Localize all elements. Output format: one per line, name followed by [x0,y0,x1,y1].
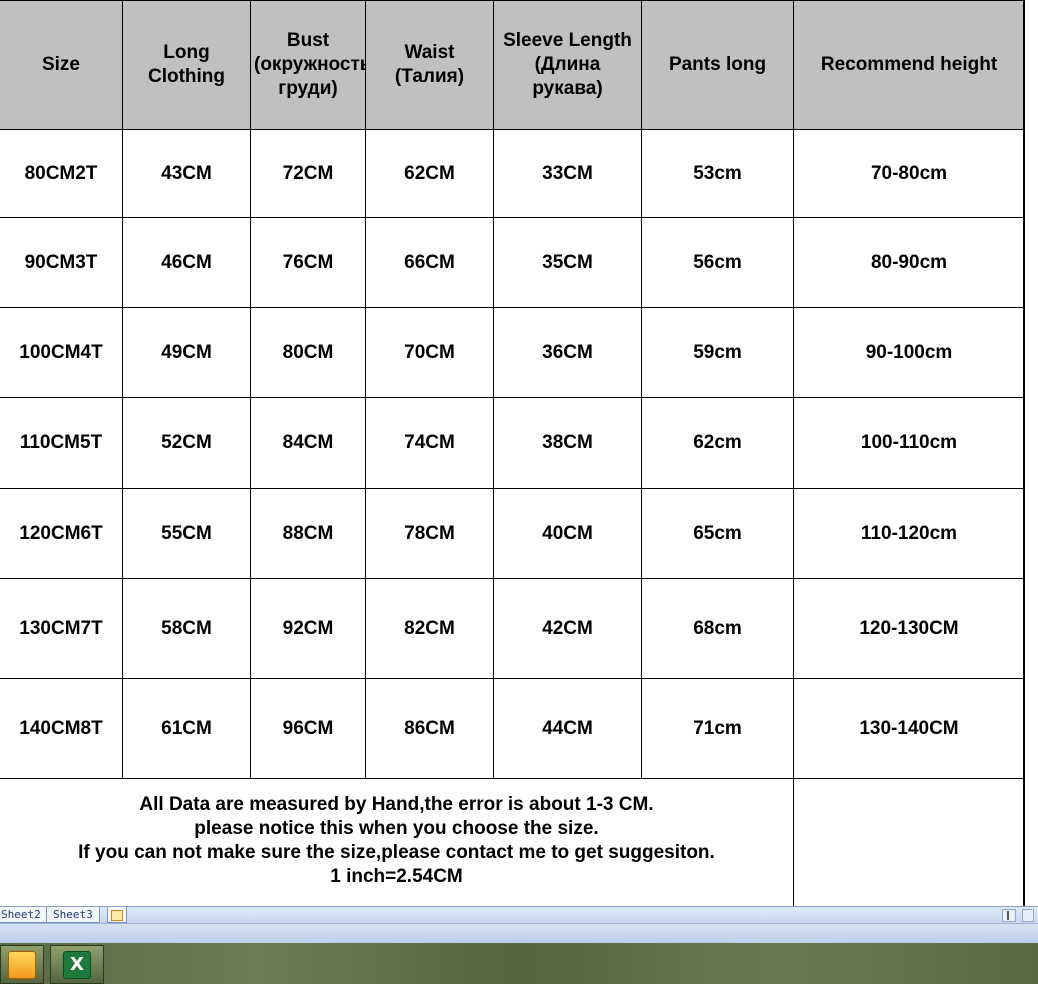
cell-waist[interactable]: 74CM [365,397,494,489]
notes-app-button[interactable] [0,945,44,984]
size-chart-table: Size Long Clothing Bust (окружность груд… [0,0,1025,906]
excel-app-button[interactable]: X [50,945,104,984]
measurement-note[interactable]: All Data are measured by Hand,the error … [0,778,794,906]
note-row: All Data are measured by Hand,the error … [0,778,1025,906]
cell-waist[interactable]: 86CM [365,678,494,779]
cell-pants-long[interactable]: 71cm [641,678,794,779]
cell-size[interactable]: 130CM7T [0,578,123,679]
cell-sleeve-length[interactable]: 42CM [493,578,642,679]
cell-waist[interactable]: 82CM [365,578,494,679]
insert-sheet-button[interactable] [107,907,127,923]
cell-recommend-height[interactable]: 110-120cm [793,488,1025,579]
table-row: 110CM5T 52CM 84CM 74CM 38CM 62cm 100-110… [0,397,1025,489]
header-waist[interactable]: Waist (Талия) [365,0,494,130]
cell-recommend-height[interactable]: 70-80cm [793,129,1025,218]
tab-sheet2[interactable]: Sheet2 [0,907,48,923]
note-line: 1 inch=2.54CM [330,866,463,887]
cell-bust[interactable]: 96CM [250,678,366,779]
cell-pants-long[interactable]: 53cm [641,129,794,218]
header-bust[interactable]: Bust (окружность груди) [250,0,366,130]
cell-long-clothing[interactable]: 55CM [122,488,251,579]
table-row: 140CM8T 61CM 96CM 86CM 44CM 71cm 130-140… [0,678,1025,779]
cell-sleeve-length[interactable]: 36CM [493,307,642,398]
cell-sleeve-length[interactable]: 33CM [493,129,642,218]
cell-waist[interactable]: 62CM [365,129,494,218]
cell-bust[interactable]: 84CM [250,397,366,489]
header-long-clothing[interactable]: Long Clothing [122,0,251,130]
table-row: 80CM2T 43CM 72CM 62CM 33CM 53cm 70-80cm [0,129,1025,218]
notes-app-icon [8,951,36,979]
insert-sheet-icon [111,910,123,921]
column-border [1023,0,1024,906]
header-size[interactable]: Size [0,0,123,130]
cell-bust[interactable]: 88CM [250,488,366,579]
cell-waist[interactable]: 78CM [365,488,494,579]
cell-long-clothing[interactable]: 46CM [122,217,251,308]
cell-size[interactable]: 80CM2T [0,129,123,218]
cell-pants-long[interactable]: 65cm [641,488,794,579]
cell-size[interactable]: 90CM3T [0,217,123,308]
status-bar [0,923,1038,944]
cell-bust[interactable]: 92CM [250,578,366,679]
cell-sleeve-length[interactable]: 44CM [493,678,642,779]
table-row: 130CM7T 58CM 92CM 82CM 42CM 68cm 120-130… [0,578,1025,679]
cell-recommend-height[interactable]: 100-110cm [793,397,1025,489]
empty-cell[interactable] [793,778,1025,906]
scroll-right-button[interactable] [1022,909,1034,922]
header-sleeve-length[interactable]: Sleeve Length (Длина рукава) [493,0,642,130]
cell-recommend-height[interactable]: 120-130CM [793,578,1025,679]
table-row: 120CM6T 55CM 88CM 78CM 40CM 65cm 110-120… [0,488,1025,579]
cell-sleeve-length[interactable]: 40CM [493,488,642,579]
cell-waist[interactable]: 66CM [365,217,494,308]
note-line: All Data are measured by Hand,the error … [139,794,654,815]
cell-bust[interactable]: 72CM [250,129,366,218]
note-line: please notice this when you choose the s… [194,818,599,839]
taskbar: X [0,943,1038,984]
cell-pants-long[interactable]: 68cm [641,578,794,679]
cell-long-clothing[interactable]: 52CM [122,397,251,489]
tab-sheet3[interactable]: Sheet3 [46,907,100,923]
cell-size[interactable]: 110CM5T [0,397,123,489]
table-row: 100CM4T 49CM 80CM 70CM 36CM 59cm 90-100c… [0,307,1025,398]
horizontal-scrollbar-handle[interactable] [1002,909,1016,922]
cell-long-clothing[interactable]: 61CM [122,678,251,779]
cell-recommend-height[interactable]: 90-100cm [793,307,1025,398]
header-pants-long[interactable]: Pants long [641,0,794,130]
cell-size[interactable]: 140CM8T [0,678,123,779]
scroll-grip-icon [1007,911,1009,920]
cell-size[interactable]: 120CM6T [0,488,123,579]
cell-waist[interactable]: 70CM [365,307,494,398]
table-row: 90CM3T 46CM 76CM 66CM 35CM 56cm 80-90cm [0,217,1025,308]
cell-sleeve-length[interactable]: 35CM [493,217,642,308]
cell-long-clothing[interactable]: 49CM [122,307,251,398]
cell-pants-long[interactable]: 59cm [641,307,794,398]
cell-size[interactable]: 100CM4T [0,307,123,398]
spreadsheet-area[interactable]: Size Long Clothing Bust (окружность груд… [0,0,1038,906]
cell-pants-long[interactable]: 62cm [641,397,794,489]
header-recommend-height[interactable]: Recommend height [793,0,1025,130]
cell-pants-long[interactable]: 56cm [641,217,794,308]
cell-bust[interactable]: 76CM [250,217,366,308]
header-row: Size Long Clothing Bust (окружность груд… [0,0,1025,130]
excel-icon: X [63,951,91,979]
cell-sleeve-length[interactable]: 38CM [493,397,642,489]
cell-long-clothing[interactable]: 58CM [122,578,251,679]
cell-long-clothing[interactable]: 43CM [122,129,251,218]
cell-recommend-height[interactable]: 130-140CM [793,678,1025,779]
cell-recommend-height[interactable]: 80-90cm [793,217,1025,308]
sheet-tab-bar: Sheet2 Sheet3 [0,906,1038,924]
note-line: If you can not make sure the size,please… [78,842,715,863]
cell-bust[interactable]: 80CM [250,307,366,398]
